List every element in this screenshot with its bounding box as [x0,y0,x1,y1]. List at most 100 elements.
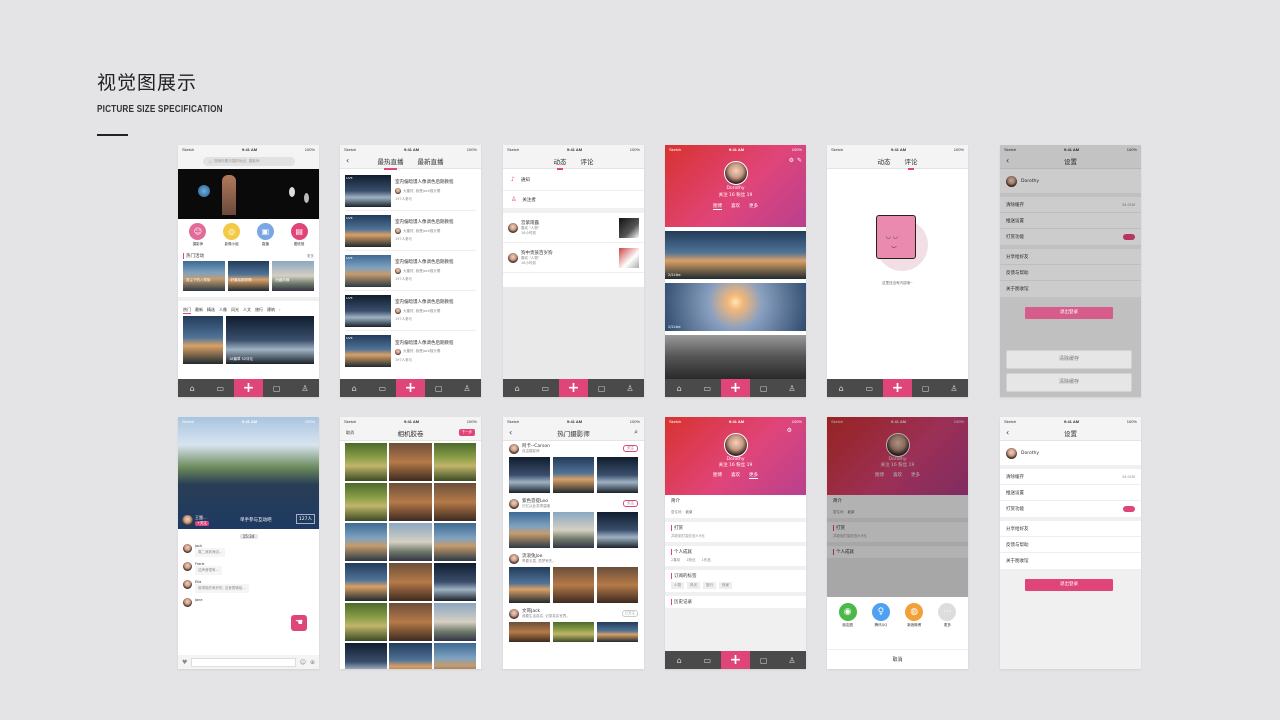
share-moments[interactable]: ◉ 朋友圈 [838,603,857,628]
tab-comments[interactable]: 评论 [905,156,918,170]
grid-photo[interactable] [433,483,476,521]
tab-likes[interactable]: 喜欢 [731,472,740,479]
follow-button[interactable]: 关注 [623,445,638,452]
work-photo[interactable] [553,512,594,548]
list-item[interactable]: LIVE 室内偏暗馒人像调色后期教程 大董好, 我是Jack猫头鹰 197人参与 [345,171,476,211]
settings-item-help[interactable]: 反馈与帮助 [1000,537,1141,553]
live-video[interactable]: Sketch 9:41 AM 100% 王狸... +关注 单手参与互动吧 127人 [178,417,319,529]
toggle-switch[interactable] [1123,506,1135,512]
back-icon[interactable]: ‹ [346,156,349,165]
clear-cache-button[interactable]: 清除缓存 [1006,373,1132,392]
banner-item[interactable]: 逗尘下的八寿街 [183,261,225,291]
grid-photo[interactable] [345,563,388,601]
emoji-icon[interactable]: ☺ [300,659,306,666]
photo-card[interactable]: 2/2Like [665,283,806,331]
share-more[interactable]: ··· 更多 [938,603,957,628]
work-photo[interactable] [553,457,594,493]
home-icon[interactable]: ⌂ [178,379,206,397]
like-icon[interactable]: ♥ [182,659,187,666]
grid-photo[interactable] [433,603,476,641]
work-photo[interactable] [509,512,550,548]
settings-item-about[interactable]: 关于图收馆 [1000,553,1141,569]
profile-icon[interactable]: ♙ [291,379,319,397]
category-photographer[interactable]: ☺ 摄影师 [189,223,207,247]
follow-button[interactable]: +关注 [195,521,209,526]
add-button[interactable]: + [234,379,263,397]
grid-photo[interactable] [433,443,476,481]
search-icon[interactable]: ⌕ [634,428,638,437]
grid-photo[interactable] [433,523,476,561]
tag-item[interactable]: 旅行 [255,307,263,314]
search-input[interactable]: ○ 搜索你要去摄的地点, 摄影师 [202,156,295,166]
message-icon[interactable]: ▢ [750,651,778,669]
share-weibo[interactable]: ◍ 新浪微博 [905,603,924,628]
category-gallery[interactable]: ▤ 图收馆 [290,223,308,247]
message-icon[interactable]: ▢ [912,379,940,397]
home-icon[interactable]: ⌂ [665,379,693,397]
hand-button[interactable]: ☚ [291,615,307,631]
tab-activity[interactable]: 动态 [554,156,567,170]
tag-item[interactable]: 人像 [219,307,227,314]
grid-photo[interactable] [389,443,432,481]
home-icon[interactable]: ⌂ [503,379,531,397]
photographer-card[interactable]: 紫色菩提Leo 记忆从此变得温暖 关注 [509,498,638,548]
work-photo[interactable] [509,622,550,642]
menu-followers[interactable]: ♙ 关注者 [503,191,644,213]
calendar-icon[interactable]: ▭ [855,379,883,397]
tag-chip[interactable]: 人物 [671,582,684,589]
profile-icon[interactable]: ♙ [453,379,481,397]
work-photo[interactable] [509,567,550,603]
list-item[interactable]: LIVE 室内偏暗馒人像调色后期教程 大董好, 我是Jack猫头鹰 197人参与 [345,291,476,331]
tag-chip[interactable]: 旅行 [703,582,716,589]
tag-item[interactable]: 热门 [183,307,191,314]
list-item[interactable]: 狗中贵族百岁狗 喜欢 "人物" 16小时前 [503,243,644,273]
add-button[interactable]: + [883,379,912,397]
grid-photo[interactable] [389,643,432,669]
add-button[interactable]: + [721,379,750,397]
back-icon[interactable]: ‹ [1006,428,1009,437]
tag-item[interactable]: 人文 [243,307,251,314]
grid-photo[interactable] [345,523,388,561]
tag-chip[interactable]: 夜景 [719,582,732,589]
work-photo[interactable] [597,512,638,548]
tag-item[interactable]: 精选 [207,307,215,314]
settings-item-share[interactable]: 分享给好友 [1000,521,1141,537]
plus-icon[interactable]: ⊕ [310,659,315,666]
tab-more[interactable]: 更多 [749,472,758,479]
grid-photo[interactable] [345,603,388,641]
grid-photo[interactable] [389,563,432,601]
cancel-button[interactable]: 取消 [827,649,968,669]
list-item[interactable]: 宫紫雨露 喜欢 "人物" 16小时前 [503,213,644,243]
more-link[interactable]: 更多 [307,254,314,259]
calendar-icon[interactable]: ▭ [206,379,234,397]
tag-item[interactable]: 建筑 [267,307,275,314]
grid-photo[interactable] [345,443,388,481]
grid-photo[interactable] [345,483,388,521]
grid-photo[interactable] [389,483,432,521]
back-icon[interactable]: ‹ [509,428,512,437]
category-live[interactable]: ▣ 直播 [256,223,274,247]
add-button[interactable]: + [396,379,425,397]
work-photo[interactable] [597,457,638,493]
home-icon[interactable]: ⌂ [827,379,855,397]
banner-item[interactable]: 好喜欢那样啊 [227,261,270,291]
grid-photo[interactable] [433,563,476,601]
settings-item-cache[interactable]: 清除缓存 34.01M [1000,469,1141,485]
cancel-button[interactable]: 取消 [346,430,354,436]
tab-new-live[interactable]: 最新直播 [418,156,444,166]
list-item[interactable]: LIVE 室内偏暗馒人像调色后期教程 大董好, 我是Jack猫头鹰 197人参与 [345,211,476,251]
calendar-icon[interactable]: ▭ [531,379,559,397]
grid-photo[interactable] [433,643,476,669]
photo-card[interactable] [665,335,806,383]
photographer-card[interactable]: 阿卡--Carson 自由摄影师 关注 [509,443,638,493]
home-icon[interactable]: ⌂ [665,651,693,669]
grid-photo[interactable] [389,523,432,561]
profile-icon[interactable]: ♙ [940,379,968,397]
menu-notifications[interactable]: ♪ 通知 [503,169,644,191]
clear-cache-button[interactable]: 清除缓存 [1006,350,1132,369]
add-button[interactable]: + [559,379,588,397]
settings-item-reward[interactable]: 打赏功能 [1000,501,1141,517]
tab-activity[interactable]: 动态 [878,156,891,166]
follow-button[interactable]: 关注 [623,500,638,507]
message-icon[interactable]: ▢ [425,379,453,397]
